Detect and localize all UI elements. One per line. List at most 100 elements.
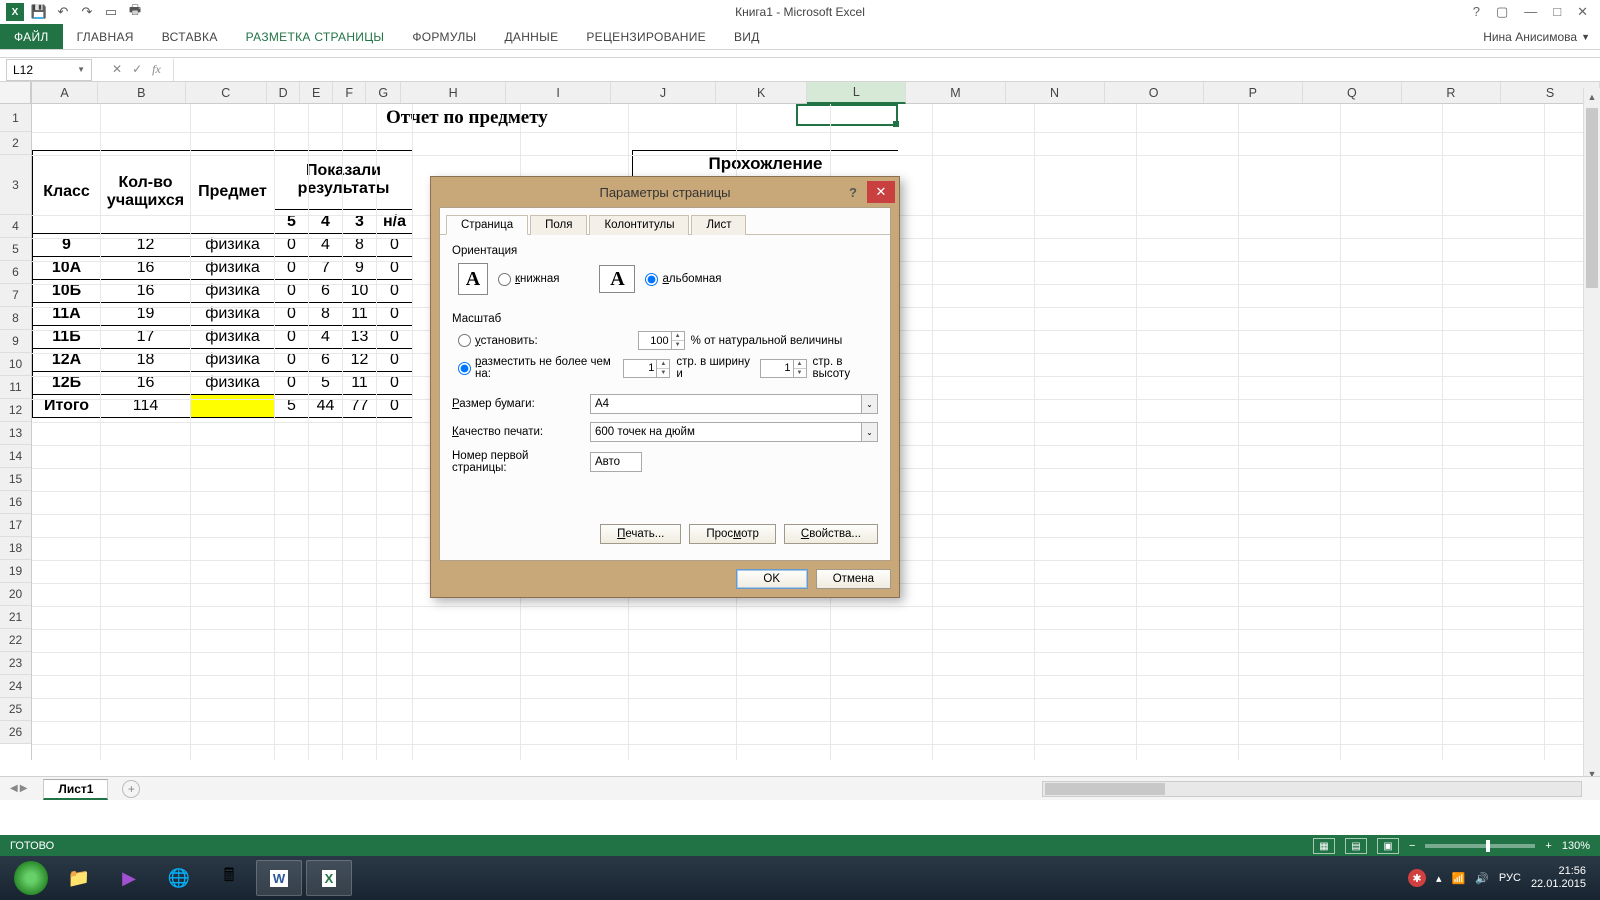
row-header[interactable]: 9	[0, 330, 31, 353]
table-row[interactable]: 10Б16физика06100	[33, 280, 413, 303]
row-header[interactable]: 5	[0, 238, 31, 261]
tab-page-layout[interactable]: РАЗМЕТКА СТРАНИЦЫ	[232, 24, 399, 49]
taskbar-word[interactable]: W	[256, 860, 302, 896]
properties-button[interactable]: Свойства...	[784, 524, 878, 544]
redo-icon[interactable]: ↷	[78, 3, 96, 21]
row-header[interactable]: 19	[0, 560, 31, 583]
select-all-triangle[interactable]	[0, 82, 31, 104]
row-header[interactable]: 8	[0, 307, 31, 330]
tab-insert[interactable]: ВСТАВКА	[148, 24, 232, 49]
undo-icon[interactable]: ↶	[54, 3, 72, 21]
fit-width-spinner[interactable]: ▲▼	[623, 359, 670, 378]
column-header[interactable]: B	[98, 82, 185, 103]
fit-height-spinner[interactable]: ▲▼	[760, 359, 807, 378]
first-page-input[interactable]	[590, 452, 642, 472]
taskbar-calculator[interactable]: 🖩	[206, 860, 252, 896]
tab-page[interactable]: Страница	[446, 215, 528, 235]
zoom-out-icon[interactable]: −	[1409, 840, 1415, 852]
radio-portrait[interactable]: ккнижнаянижная	[498, 273, 559, 286]
quickprint-icon[interactable]: 🖶	[126, 3, 144, 21]
radio-landscape[interactable]: альбомная	[645, 273, 721, 286]
table-row[interactable]: 11Б17физика04130	[33, 326, 413, 349]
column-header[interactable]: A	[32, 82, 98, 103]
table-row[interactable]: Итого114544770	[33, 395, 413, 418]
column-header[interactable]: K	[716, 82, 807, 103]
column-header[interactable]: J	[611, 82, 716, 103]
column-header[interactable]: Q	[1303, 82, 1402, 103]
view-normal-icon[interactable]: ▦	[1313, 838, 1335, 854]
view-page-layout-icon[interactable]: ▤	[1345, 838, 1367, 854]
tab-data[interactable]: ДАННЫЕ	[490, 24, 572, 49]
row-header[interactable]: 21	[0, 606, 31, 629]
tab-view[interactable]: ВИД	[720, 24, 774, 49]
column-header[interactable]: D	[267, 82, 300, 103]
help-icon[interactable]: ?	[1469, 4, 1484, 20]
row-header[interactable]: 12	[0, 399, 31, 422]
paper-size-combo[interactable]: A4⌄	[590, 394, 878, 414]
tab-home[interactable]: ГЛАВНАЯ	[63, 24, 148, 49]
row-header[interactable]: 23	[0, 652, 31, 675]
sheet-nav-next-icon[interactable]: ▶	[20, 783, 28, 794]
row-header[interactable]: 1	[0, 104, 31, 132]
minimize-icon[interactable]: —	[1520, 4, 1541, 20]
tab-formulas[interactable]: ФОРМУЛЫ	[398, 24, 490, 49]
tab-header-footer[interactable]: Колонтитулы	[589, 215, 689, 235]
table-row[interactable]: 912физика0480	[33, 234, 413, 257]
zoom-in-icon[interactable]: +	[1545, 840, 1551, 852]
row-header[interactable]: 18	[0, 537, 31, 560]
tray-lang[interactable]: РУС	[1499, 872, 1521, 884]
table-row[interactable]: 12A18физика06120	[33, 349, 413, 372]
user-account[interactable]: Нина Анисимова ▼	[1473, 24, 1600, 49]
ribbon-options-icon[interactable]: ▢	[1492, 4, 1512, 20]
radio-fit[interactable]: разместить не более чем на:	[458, 356, 617, 380]
column-header[interactable]: F	[333, 82, 366, 103]
enter-icon[interactable]: ✓	[132, 62, 142, 77]
tray-volume-icon[interactable]: 🔊	[1475, 872, 1489, 885]
tray-network-icon[interactable]: 📶	[1452, 872, 1466, 885]
column-header[interactable]: C	[186, 82, 268, 103]
dialog-close-icon[interactable]: ✕	[867, 181, 895, 203]
maximize-icon[interactable]: □	[1549, 4, 1565, 20]
fx-icon[interactable]: fx	[152, 62, 161, 77]
row-header[interactable]: 6	[0, 261, 31, 284]
start-button[interactable]	[14, 861, 48, 895]
close-icon[interactable]: ✕	[1573, 4, 1592, 20]
column-header[interactable]: M	[906, 82, 1005, 103]
scale-percent-spinner[interactable]: ▲▼	[638, 331, 685, 350]
row-header[interactable]: 20	[0, 583, 31, 606]
table-row[interactable]: 12Б16физика05110	[33, 372, 413, 395]
column-header[interactable]: G	[366, 82, 401, 103]
save-icon[interactable]: 💾	[30, 3, 48, 21]
row-header[interactable]: 4	[0, 215, 31, 238]
preview-button[interactable]: Просмотр	[689, 524, 776, 544]
row-header[interactable]: 15	[0, 468, 31, 491]
tray-clock[interactable]: 21:5622.01.2015	[1531, 865, 1586, 891]
tab-file[interactable]: ФАЙЛ	[0, 24, 63, 49]
column-header[interactable]: E	[300, 82, 333, 103]
row-header[interactable]: 16	[0, 491, 31, 514]
cancel-button[interactable]: Отмена	[816, 569, 891, 589]
column-header[interactable]: N	[1006, 82, 1105, 103]
column-header[interactable]: O	[1105, 82, 1204, 103]
row-header[interactable]: 2	[0, 132, 31, 155]
column-header[interactable]: R	[1402, 82, 1501, 103]
dialog-help-icon[interactable]: ?	[841, 181, 865, 203]
taskbar-chrome[interactable]: 🌐	[156, 860, 202, 896]
column-header[interactable]: H	[401, 82, 506, 103]
row-header[interactable]: 14	[0, 445, 31, 468]
row-header[interactable]: 22	[0, 629, 31, 652]
horizontal-scrollbar[interactable]	[1042, 781, 1582, 797]
touch-icon[interactable]: ▭	[102, 3, 120, 21]
taskbar-excel[interactable]: X	[306, 860, 352, 896]
dialog-title-bar[interactable]: Параметры страницы ? ✕	[431, 177, 899, 207]
ok-button[interactable]: OK	[736, 569, 808, 589]
scroll-up-icon[interactable]: ▲	[1584, 88, 1600, 105]
tab-margins[interactable]: Поля	[530, 215, 587, 235]
row-header[interactable]: 26	[0, 721, 31, 744]
tab-review[interactable]: РЕЦЕНЗИРОВАНИЕ	[572, 24, 720, 49]
vertical-scrollbar[interactable]: ▲ ▼	[1583, 88, 1600, 782]
formula-input[interactable]	[173, 59, 1600, 81]
row-header[interactable]: 24	[0, 675, 31, 698]
print-button[interactable]: Печать...	[600, 524, 681, 544]
table-row[interactable]: 11A19физика08110	[33, 303, 413, 326]
